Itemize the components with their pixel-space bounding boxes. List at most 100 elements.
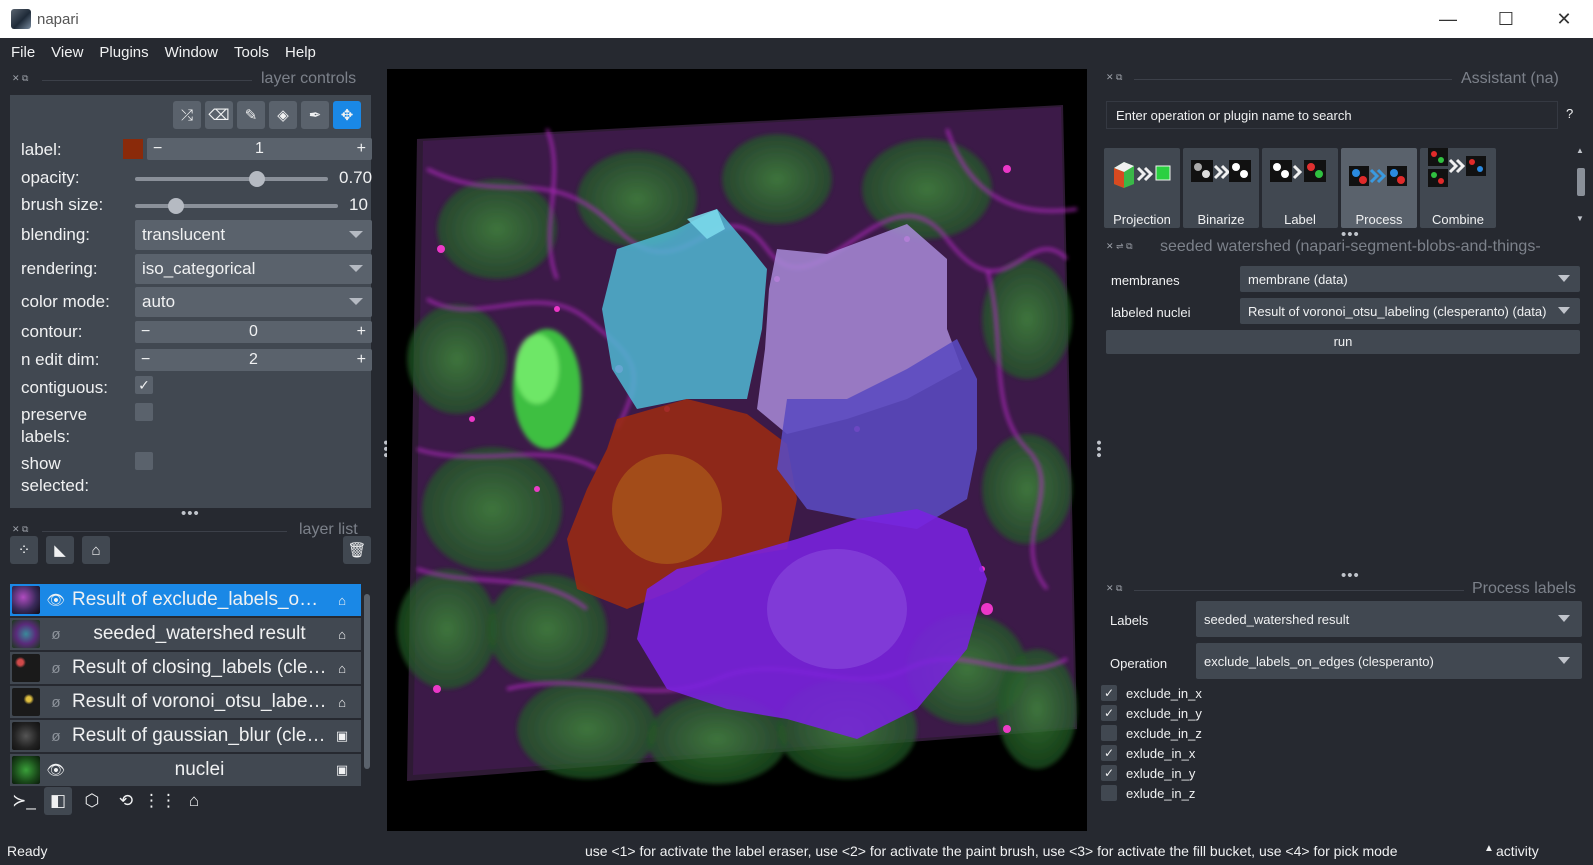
checkbox[interactable]: ✓	[1101, 745, 1117, 761]
color-mode-select[interactable]: auto	[135, 287, 372, 317]
minimize-button[interactable]: —	[1419, 0, 1477, 38]
show-selected-checkbox[interactable]	[135, 452, 153, 470]
scroll-down-icon[interactable]: ▼	[1576, 214, 1584, 223]
checkbox[interactable]	[1101, 785, 1117, 801]
layer-name[interactable]: Result of gaussian_blur (cles...	[68, 725, 331, 747]
dock-close-float-icons[interactable]: ✕ ⧉	[1106, 72, 1122, 83]
membranes-select[interactable]: membrane (data)	[1240, 266, 1580, 292]
menu-window[interactable]: Window	[165, 44, 218, 61]
increment-icon[interactable]: +	[357, 140, 366, 158]
activity-button[interactable]: activity	[1496, 843, 1539, 859]
activity-arrow-icon[interactable]: ▲	[1484, 843, 1494, 854]
menu-help[interactable]: Help	[285, 44, 316, 61]
console-icon[interactable]: ≻_	[10, 787, 38, 815]
contiguous-checkbox[interactable]: ✓	[135, 376, 153, 394]
splitter-handle[interactable]: •••	[1090, 440, 1107, 459]
layer-row[interactable]: 👁 nuclei ▣	[10, 754, 361, 786]
category-process-labels-button[interactable]: Process labels	[1341, 148, 1417, 228]
dock-close-float-icons[interactable]: ✕ ⇌ ⧉	[1106, 241, 1133, 252]
eye-icon[interactable]: 👁	[44, 761, 68, 779]
layer-name[interactable]: seeded_watershed result	[68, 623, 331, 645]
fill-bucket-icon[interactable]: ◈	[269, 101, 297, 129]
viewer-canvas[interactable]	[387, 69, 1087, 831]
label-spinbox[interactable]: − 1 +	[147, 138, 372, 160]
layer-row[interactable]: ø Result of voronoi_otsu_label... ⌂	[10, 686, 361, 718]
preserve-labels-checkbox[interactable]	[135, 403, 153, 421]
increment-icon[interactable]: +	[357, 351, 366, 369]
layer-name[interactable]: Result of exclude_labels_on_...	[68, 589, 331, 611]
help-button[interactable]: ?	[1566, 106, 1573, 121]
brush-size-slider[interactable]	[135, 204, 338, 208]
dock-close-float-icons[interactable]: ✕ ⧉	[12, 524, 28, 535]
operation-select[interactable]: exclude_labels_on_edges (clesperanto)	[1196, 643, 1582, 679]
exclude-in-y-option[interactable]: ✓ exclude_in_y	[1101, 705, 1202, 721]
menu-plugins[interactable]: Plugins	[99, 44, 148, 61]
menu-file[interactable]: File	[11, 44, 35, 61]
scroll-thumb[interactable]	[1577, 168, 1585, 196]
new-labels-layer-icon[interactable]: ⌂	[82, 536, 110, 564]
contour-spinbox[interactable]: − 0 +	[135, 321, 372, 343]
checkbox[interactable]: ✓	[1101, 685, 1117, 701]
labels-select[interactable]: seeded_watershed result	[1196, 601, 1582, 637]
brush-size-slider-handle[interactable]	[168, 198, 184, 214]
exlude-in-z-option[interactable]: exlude_in_z	[1101, 785, 1195, 801]
transpose-icon[interactable]: ⟲	[112, 787, 140, 815]
layer-name[interactable]: Result of closing_labels (cles...	[68, 657, 331, 679]
shuffle-colors-icon[interactable]: ⤮	[173, 101, 201, 129]
layer-row[interactable]: ø Result of closing_labels (cles... ⌂	[10, 652, 361, 684]
layer-row[interactable]: 👁 Result of exclude_labels_on_... ⌂	[10, 584, 361, 616]
maximize-button[interactable]: ☐	[1477, 0, 1535, 38]
eye-closed-icon[interactable]: ø	[44, 626, 68, 643]
menu-view[interactable]: View	[51, 44, 83, 61]
increment-icon[interactable]: +	[357, 323, 366, 341]
delete-layer-icon[interactable]: 🗑	[343, 536, 371, 564]
scroll-up-icon[interactable]: ▲	[1576, 146, 1584, 155]
decrement-icon[interactable]: −	[153, 140, 162, 158]
checkbox[interactable]: ✓	[1101, 705, 1117, 721]
pan-zoom-icon[interactable]: ✥	[333, 101, 361, 129]
decrement-icon[interactable]: −	[141, 351, 150, 369]
exclude-in-x-option[interactable]: ✓ exclude_in_x	[1101, 685, 1202, 701]
splitter-handle[interactable]: •••	[181, 505, 200, 522]
eye-icon[interactable]: 👁	[44, 591, 68, 609]
color-picker-icon[interactable]: ✒	[301, 101, 329, 129]
category-projection-button[interactable]: Projection	[1104, 148, 1180, 228]
category-label-button[interactable]: Label	[1262, 148, 1338, 228]
roll-dims-icon[interactable]: ⬡	[78, 787, 106, 815]
splitter-handle[interactable]: •••	[1341, 567, 1360, 584]
home-icon[interactable]: ⌂	[180, 787, 208, 815]
eye-closed-icon[interactable]: ø	[44, 660, 68, 677]
close-button[interactable]: ✕	[1535, 0, 1593, 38]
layer-name[interactable]: nuclei	[68, 759, 331, 781]
category-scrollbar[interactable]: ▲ ▼	[1574, 146, 1588, 226]
layer-name[interactable]: Result of voronoi_otsu_label...	[68, 691, 331, 713]
blending-select[interactable]: translucent	[135, 220, 372, 250]
checkbox[interactable]	[1101, 725, 1117, 741]
dock-close-float-icons[interactable]: ✕ ⧉	[1106, 583, 1122, 594]
menu-tools[interactable]: Tools	[234, 44, 269, 61]
layer-row[interactable]: ø seeded_watershed result ⌂	[10, 618, 361, 650]
checkbox[interactable]: ✓	[1101, 765, 1117, 781]
eye-closed-icon[interactable]: ø	[44, 728, 68, 745]
exlude-in-y-option[interactable]: ✓ exlude_in_y	[1101, 765, 1195, 781]
new-points-layer-icon[interactable]: ⁘	[10, 536, 38, 564]
layer-row[interactable]: ø Result of gaussian_blur (cles... ▣	[10, 720, 361, 752]
opacity-slider[interactable]	[135, 177, 328, 181]
ndisplay-icon[interactable]: ◧	[44, 787, 72, 815]
eye-closed-icon[interactable]: ø	[44, 694, 68, 711]
operation-search-input[interactable]: Enter operation or plugin name to search	[1106, 101, 1558, 129]
n-edit-dim-spinbox[interactable]: − 2 +	[135, 349, 372, 371]
rendering-select[interactable]: iso_categorical	[135, 254, 372, 284]
layer-list-scrollbar[interactable]	[363, 580, 371, 780]
new-shapes-layer-icon[interactable]: ◣	[46, 536, 74, 564]
exclude-in-z-option[interactable]: exclude_in_z	[1101, 725, 1202, 741]
dock-close-float-icons[interactable]: ✕ ⧉	[12, 73, 28, 84]
decrement-icon[interactable]: −	[141, 323, 150, 341]
labeled-nuclei-select[interactable]: Result of voronoi_otsu_labeling (clesper…	[1240, 298, 1580, 324]
category-binarize-button[interactable]: Binarize	[1183, 148, 1259, 228]
category-combine-labels-button[interactable]: Combine labels	[1420, 148, 1496, 228]
eraser-icon[interactable]: ⌫	[205, 101, 233, 129]
run-button[interactable]: run	[1106, 330, 1580, 354]
grid-view-icon[interactable]: ⋮⋮	[143, 787, 177, 815]
paint-brush-icon[interactable]: ✎	[237, 101, 265, 129]
